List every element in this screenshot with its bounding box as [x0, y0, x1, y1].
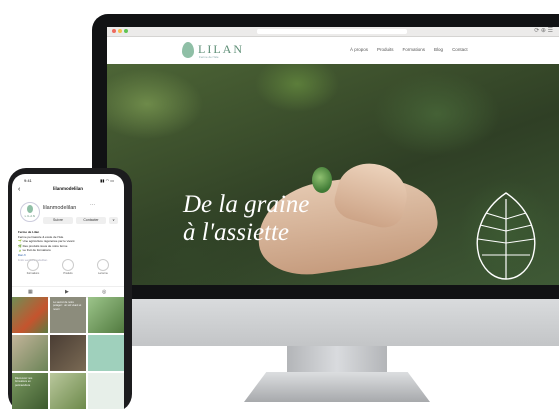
monitor-screen: ⟳ ⊕ ☰ LILAN Ferme de l'Isle À propos Pro… [107, 27, 559, 285]
signal-battery-icons: ▮▮ ◠ ▭ [100, 178, 114, 183]
grid-post[interactable] [50, 373, 86, 409]
avatar-logo-text: LILAN [24, 214, 36, 218]
grid-post[interactable]: Découvrez nos formations en permaculture [12, 373, 48, 409]
more-options-icon[interactable]: ··· [90, 202, 95, 208]
grid-post[interactable] [50, 335, 86, 371]
leaf-logo-icon [27, 205, 33, 213]
imac-chin [92, 299, 559, 346]
nav-item-blog[interactable]: Blog [434, 47, 443, 52]
hero-title-line-1: De la graine [183, 191, 310, 218]
grid-tab-icon[interactable]: ▦ [28, 289, 33, 295]
nav-item-formations[interactable]: Formations [403, 47, 426, 52]
tagged-tab-icon[interactable]: ◎ [102, 289, 106, 295]
maximize-window-icon[interactable] [124, 29, 128, 33]
contact-button[interactable]: Contacter [76, 217, 106, 224]
grid-post[interactable] [12, 335, 48, 371]
grid-post[interactable]: Le secret de notre potager : un sol viva… [50, 297, 86, 333]
suggestions-button[interactable]: ∨ [109, 217, 118, 224]
highlight-formations[interactable]: Formations [18, 259, 48, 275]
highlight-label: Formations [26, 272, 40, 275]
grid-post[interactable] [88, 297, 124, 333]
leaf-logo-icon[interactable] [182, 42, 194, 58]
reels-tab-icon[interactable]: ▶ [65, 289, 69, 295]
profile-bio: Ferme de Lilan Ferme permacole & école d… [18, 230, 120, 262]
hero-title-line-2: à l'assiette [183, 219, 290, 246]
grid-post[interactable] [88, 373, 124, 409]
profile-handle: lilanmodelilan [43, 205, 77, 211]
main-nav: À propos Produits Formations Blog Contac… [350, 47, 468, 52]
minimize-window-icon[interactable] [118, 29, 122, 33]
highlight-la-ferme[interactable]: La ferme [88, 259, 118, 275]
highlight-circle [62, 259, 74, 271]
site-logo-tagline: Ferme de l'Isle [199, 55, 219, 59]
follow-button[interactable]: Suivre [43, 217, 73, 224]
browser-toolbar: ⟳ ⊕ ☰ [107, 27, 559, 37]
cucamelon-image [312, 167, 332, 193]
instagram-header-username: lilanmodelilan [52, 186, 83, 191]
highlight-label: La ferme [98, 272, 108, 275]
url-bar[interactable] [257, 29, 407, 34]
nav-item-a-propos[interactable]: À propos [350, 47, 368, 52]
close-window-icon[interactable] [112, 29, 116, 33]
phone-screen: 9:41 ▮▮ ◠ ▭ ‹ lilanmodelilan LILAN lilan… [12, 174, 124, 412]
imac-stand-foot [244, 372, 430, 402]
browser-toolbar-icons[interactable]: ⟳ ⊕ ☰ [534, 27, 553, 36]
highlight-label: Produits [63, 272, 73, 275]
imac-stand-neck [287, 346, 387, 376]
hero-image: De la graine à l'assiette [107, 64, 559, 285]
highlight-circle [97, 259, 109, 271]
story-highlights: Formations Produits La ferme [18, 259, 118, 279]
grid-post-caption: Découvrez nos formations en permaculture [15, 377, 33, 387]
leaf-outline-icon [476, 192, 536, 280]
site-header: LILAN Ferme de l'Isle À propos Produits … [107, 37, 559, 64]
instagram-header: ‹ lilanmodelilan [12, 185, 124, 194]
avatar[interactable]: LILAN [20, 202, 40, 222]
status-time: 9:41 [24, 178, 32, 183]
highlight-circle [27, 259, 39, 271]
grid-post-caption: Le secret de notre potager : un sol viva… [53, 301, 82, 311]
status-bar: 9:41 ▮▮ ◠ ▭ [12, 178, 124, 184]
highlight-produits[interactable]: Produits [53, 259, 83, 275]
nav-item-contact[interactable]: Contact [452, 47, 468, 52]
grid-post[interactable] [88, 335, 124, 371]
nav-item-produits[interactable]: Produits [377, 47, 394, 52]
grid-post[interactable] [12, 297, 48, 333]
